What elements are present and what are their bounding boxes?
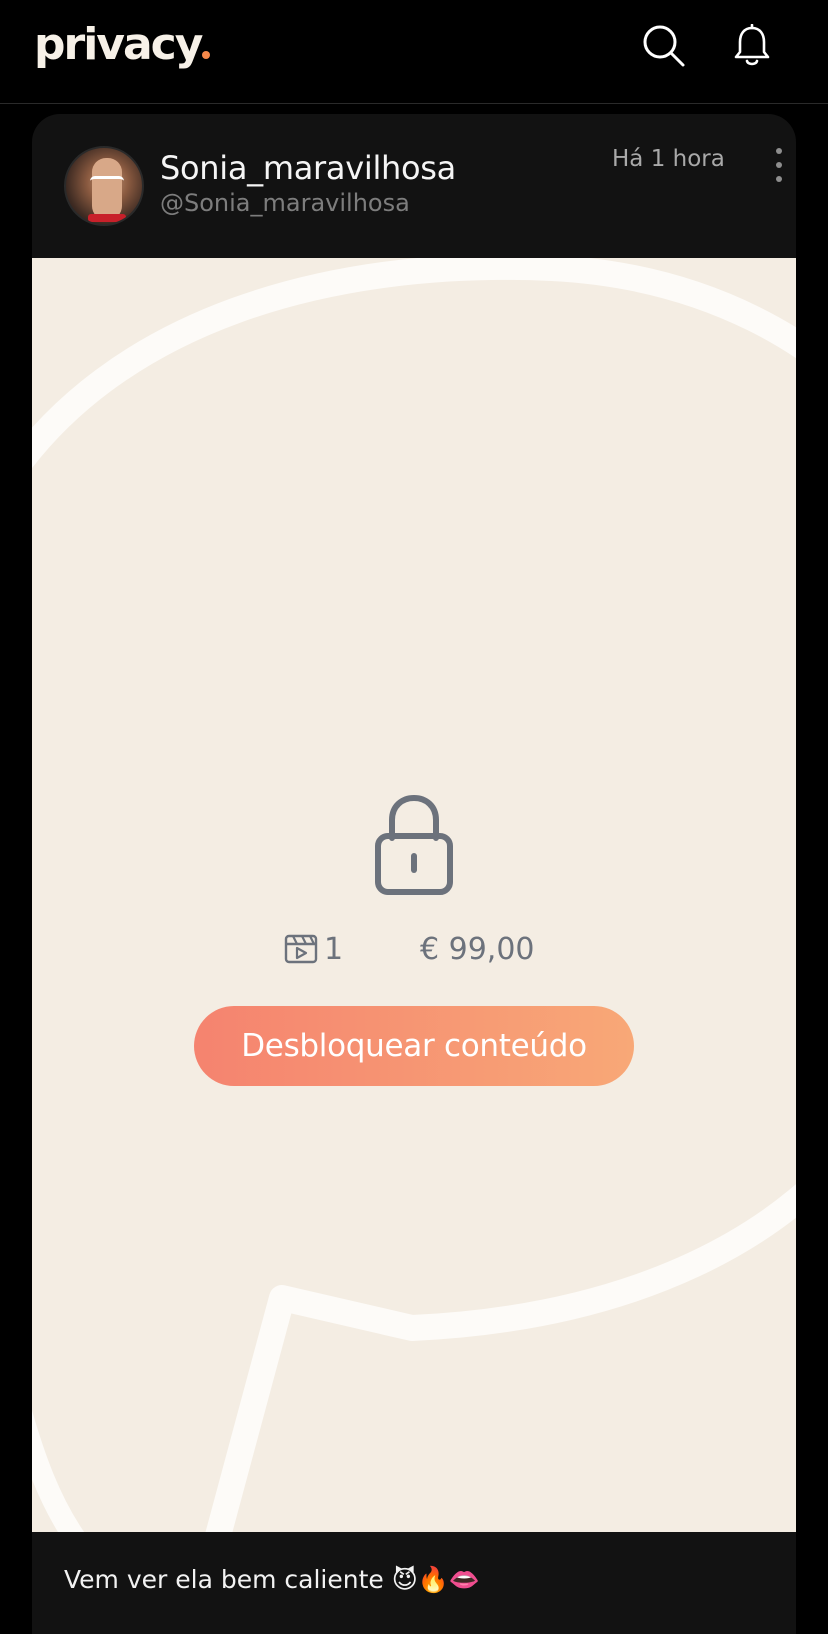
post-header: Sonia_maravilhosa @Sonia_maravilhosa Há …: [32, 114, 796, 257]
avatar-figure: [92, 158, 122, 220]
notifications-button[interactable]: [728, 22, 776, 70]
more-dot: [776, 162, 782, 168]
more-options-button[interactable]: [772, 148, 786, 182]
post-timestamp: Há 1 hora: [612, 146, 725, 172]
avatar-detail-bottom: [88, 214, 126, 222]
search-button[interactable]: [640, 22, 688, 70]
bell-icon: [734, 24, 770, 66]
content-price: € 99,00: [420, 932, 535, 967]
more-dot: [776, 176, 782, 182]
post-caption: Vem ver ela bem caliente 😈🔥👄: [64, 1565, 481, 1594]
media-info-row: 1 € 99,00: [32, 930, 796, 970]
author-avatar[interactable]: [64, 146, 144, 226]
author-handle[interactable]: @Sonia_maravilhosa: [160, 188, 410, 218]
post-card: Sonia_maravilhosa @Sonia_maravilhosa Há …: [32, 114, 796, 1634]
more-vertical-icon: [776, 148, 782, 154]
locked-media-preview[interactable]: 1 € 99,00 Desbloquear conteúdo: [32, 258, 796, 1532]
lock-icon: [375, 794, 453, 895]
top-navigation-bar: privacy: [0, 0, 828, 104]
video-clapper-icon: [284, 934, 318, 964]
avatar-detail-top: [90, 176, 124, 186]
author-name[interactable]: Sonia_maravilhosa: [160, 148, 456, 188]
logo-accent-dot: [202, 51, 211, 59]
privacy-logo[interactable]: privacy: [34, 18, 211, 72]
media-count: 1: [324, 932, 344, 967]
search-icon: [643, 25, 685, 67]
unlock-content-button[interactable]: Desbloquear conteúdo: [194, 1006, 634, 1086]
